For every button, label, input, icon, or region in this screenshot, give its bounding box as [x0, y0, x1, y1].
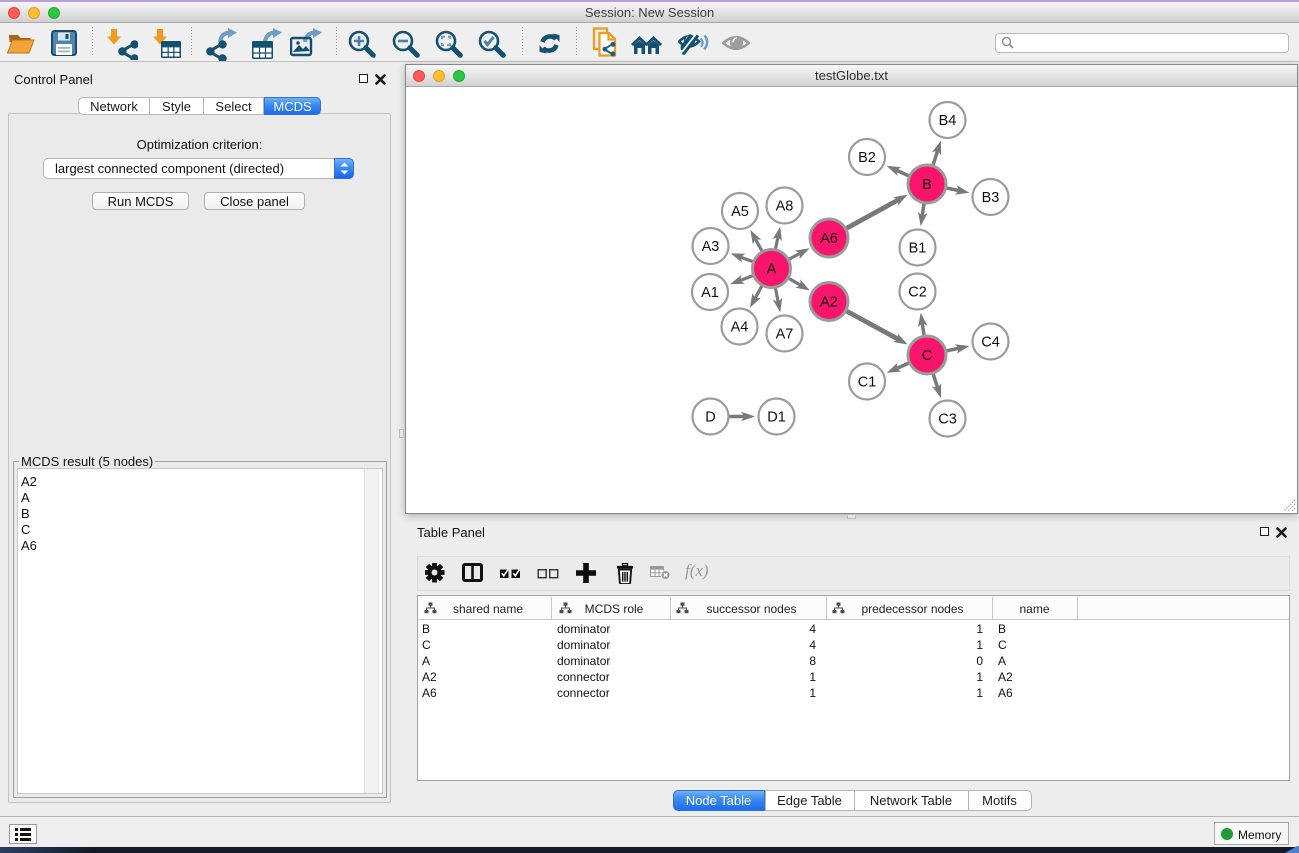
- svg-text:A3: A3: [702, 239, 720, 255]
- svg-text:B2: B2: [858, 150, 876, 166]
- svg-text:A2: A2: [820, 295, 838, 311]
- svg-text:A5: A5: [731, 204, 749, 220]
- svg-text:D: D: [705, 410, 715, 426]
- svg-text:D1: D1: [767, 410, 786, 426]
- svg-text:C2: C2: [908, 285, 927, 301]
- svg-text:A7: A7: [776, 327, 794, 343]
- svg-text:C4: C4: [981, 335, 1000, 351]
- svg-text:A4: A4: [731, 320, 749, 336]
- svg-text:A: A: [767, 262, 777, 278]
- svg-text:B1: B1: [909, 241, 927, 257]
- svg-text:A8: A8: [776, 199, 794, 215]
- svg-text:C3: C3: [938, 412, 957, 428]
- svg-text:B: B: [922, 177, 932, 193]
- svg-text:A6: A6: [820, 231, 838, 247]
- svg-text:C: C: [922, 348, 932, 364]
- svg-text:B4: B4: [939, 113, 957, 129]
- svg-text:B3: B3: [982, 190, 1000, 206]
- svg-text:A1: A1: [701, 285, 719, 301]
- svg-text:C1: C1: [858, 375, 877, 391]
